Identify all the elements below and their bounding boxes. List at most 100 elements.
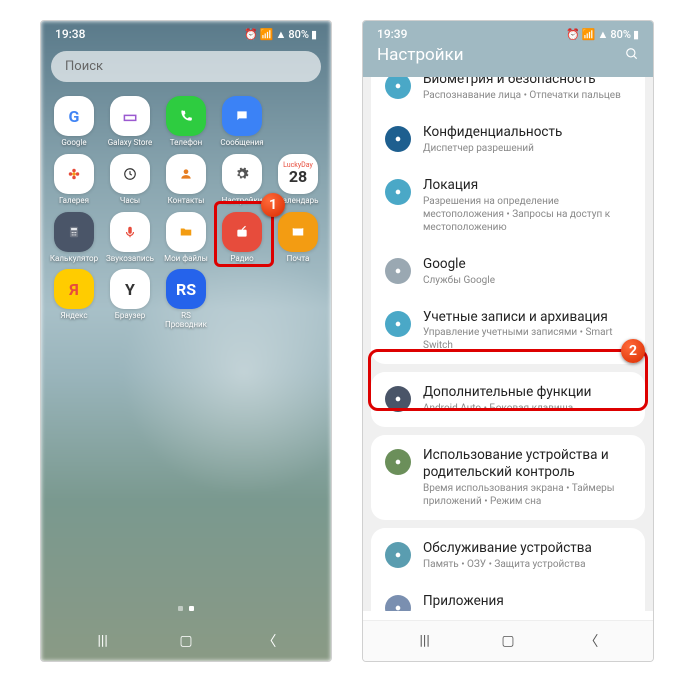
app-label: RS Проводник: [161, 312, 211, 330]
app-google[interactable]: GGoogle: [47, 96, 101, 148]
app-icon: [278, 212, 318, 252]
app-label: Галерея: [59, 197, 89, 206]
wifi-icon: 📶: [260, 28, 274, 41]
app-label: Мои файлы: [164, 255, 208, 264]
highlight-advanced: [368, 349, 648, 411]
row-icon: [385, 311, 411, 337]
wifi-icon: 📶: [582, 28, 596, 41]
app-label: Часы: [120, 197, 140, 206]
settings-row[interactable]: GoogleСлужбы Google: [371, 246, 645, 299]
settings-row[interactable]: КонфиденциальностьДиспетчер разрешений: [371, 114, 645, 167]
row-title: Конфиденциальность: [423, 124, 631, 141]
nav-home[interactable]: ▢: [493, 633, 523, 649]
settings-list[interactable]: Биометрия и безопасностьРаспознавание ли…: [363, 77, 653, 611]
battery-text: 80%: [610, 28, 631, 41]
nav-home[interactable]: ▢: [171, 633, 201, 649]
signal-icon: ▲: [597, 28, 608, 41]
signal-icon: ▲: [275, 28, 286, 41]
app-label: Звукозапись: [106, 255, 154, 264]
battery-text: 80%: [288, 28, 309, 41]
app-icon: [222, 154, 262, 194]
app-почта[interactable]: Почта: [271, 212, 325, 264]
app-icon: [110, 212, 150, 252]
app-label: Яндекс: [60, 312, 87, 321]
page-indicator[interactable]: [178, 606, 194, 611]
app-icon: [222, 96, 262, 136]
app-icon: [166, 212, 206, 252]
app-телефон[interactable]: Телефон: [159, 96, 213, 148]
app-галерея[interactable]: Галерея: [47, 154, 101, 206]
nav-bar: ||| ▢ 〈: [41, 621, 331, 661]
row-subtitle: Память • ОЗУ • Защита устройства: [423, 558, 631, 571]
app-icon: [54, 154, 94, 194]
app-настройки[interactable]: Настройки: [215, 154, 269, 206]
app-galaxy store[interactable]: ▭ Galaxy Store: [103, 96, 157, 148]
settings-row[interactable]: Обслуживание устройстваПамять • ОЗУ • За…: [371, 528, 645, 583]
app-icon: [110, 154, 150, 194]
row-icon: [385, 258, 411, 284]
apps-grid: GGoogle▭ Galaxy Store Телефон Сообщения Гале…: [41, 88, 331, 338]
status-right: ⏰ 📶 ▲ 80% ▮: [566, 28, 639, 41]
row-subtitle: Распознавание лица • Отпечатки пальцев: [423, 89, 631, 102]
app-label: Калькулятор: [50, 255, 98, 264]
app-label: Браузер: [115, 312, 145, 321]
app-label: Телефон: [170, 139, 202, 148]
nav-bar: ||| ▢ 〈: [363, 620, 653, 661]
row-subtitle: Диспетчер разрешений: [423, 142, 631, 155]
app-rs проводник[interactable]: RS RS Проводник: [159, 269, 213, 330]
nav-back[interactable]: 〈: [254, 631, 284, 651]
row-icon: [385, 595, 411, 611]
marker-2: 2: [621, 339, 645, 363]
settings-header: Настройки: [363, 45, 653, 77]
status-time: 19:39: [377, 27, 407, 41]
settings-row[interactable]: Биометрия и безопасностьРаспознавание ли…: [371, 77, 645, 114]
app-звукозапись[interactable]: Звукозапись: [103, 212, 157, 264]
app-icon: LuckyDay28: [278, 154, 318, 194]
app-label: Контакты: [168, 197, 205, 206]
row-subtitle: Службы Google: [423, 274, 631, 287]
search-icon[interactable]: [625, 46, 639, 65]
app-контакты[interactable]: Контакты: [159, 154, 213, 206]
app-label: Galaxy Store: [108, 139, 153, 148]
row-title: Биометрия и безопасность: [423, 77, 631, 88]
nav-recents[interactable]: |||: [410, 633, 440, 649]
row-icon: [385, 449, 411, 475]
nav-recents[interactable]: |||: [88, 633, 118, 649]
page-title: Настройки: [377, 45, 464, 65]
app-icon: Я: [54, 269, 94, 309]
app-icon: [166, 154, 206, 194]
alarm-icon: ⏰: [566, 28, 580, 41]
settings-row[interactable]: ПриложенияПриложения по умолчанию • Наст…: [371, 583, 645, 611]
nav-back[interactable]: 〈: [576, 631, 606, 651]
search-input[interactable]: Поиск: [51, 51, 321, 82]
row-icon: [385, 126, 411, 152]
row-icon: [385, 77, 411, 99]
app-часы[interactable]: Часы: [103, 154, 157, 206]
app-сообщения[interactable]: Сообщения: [215, 96, 269, 148]
status-right: ⏰ 📶 ▲ 80% ▮: [244, 28, 317, 41]
alarm-icon: ⏰: [244, 28, 258, 41]
app-яндекс[interactable]: Я Яндекс: [47, 269, 101, 330]
settings-row[interactable]: Использование устройства и родительский …: [371, 435, 645, 520]
app-icon: Y: [110, 269, 150, 309]
row-title: Google: [423, 256, 631, 273]
settings-row[interactable]: ЛокацияРазрешения на определение местопо…: [371, 167, 645, 246]
app-icon: [54, 212, 94, 252]
marker-1: 1: [261, 193, 285, 217]
app-icon: RS: [166, 269, 206, 309]
app-калькулятор[interactable]: Калькулятор: [47, 212, 101, 264]
row-subtitle: Время использования экрана • Таймеры при…: [423, 482, 631, 508]
battery-icon: ▮: [311, 28, 317, 41]
row-icon: [385, 179, 411, 205]
app-label: Сообщения: [220, 139, 263, 148]
app-icon: ▭: [110, 96, 150, 136]
app-icon: [166, 96, 206, 136]
app-браузер[interactable]: Y Браузер: [103, 269, 157, 330]
app-icon: G: [54, 96, 94, 136]
status-time: 19:38: [55, 27, 85, 41]
row-subtitle: Разрешения на определение местоположения…: [423, 195, 631, 234]
row-title: Учетные записи и архивация: [423, 309, 631, 326]
row-title: Обслуживание устройства: [423, 540, 631, 557]
app-мои файлы[interactable]: Мои файлы: [159, 212, 213, 264]
row-title: Использование устройства и родительский …: [423, 447, 631, 481]
